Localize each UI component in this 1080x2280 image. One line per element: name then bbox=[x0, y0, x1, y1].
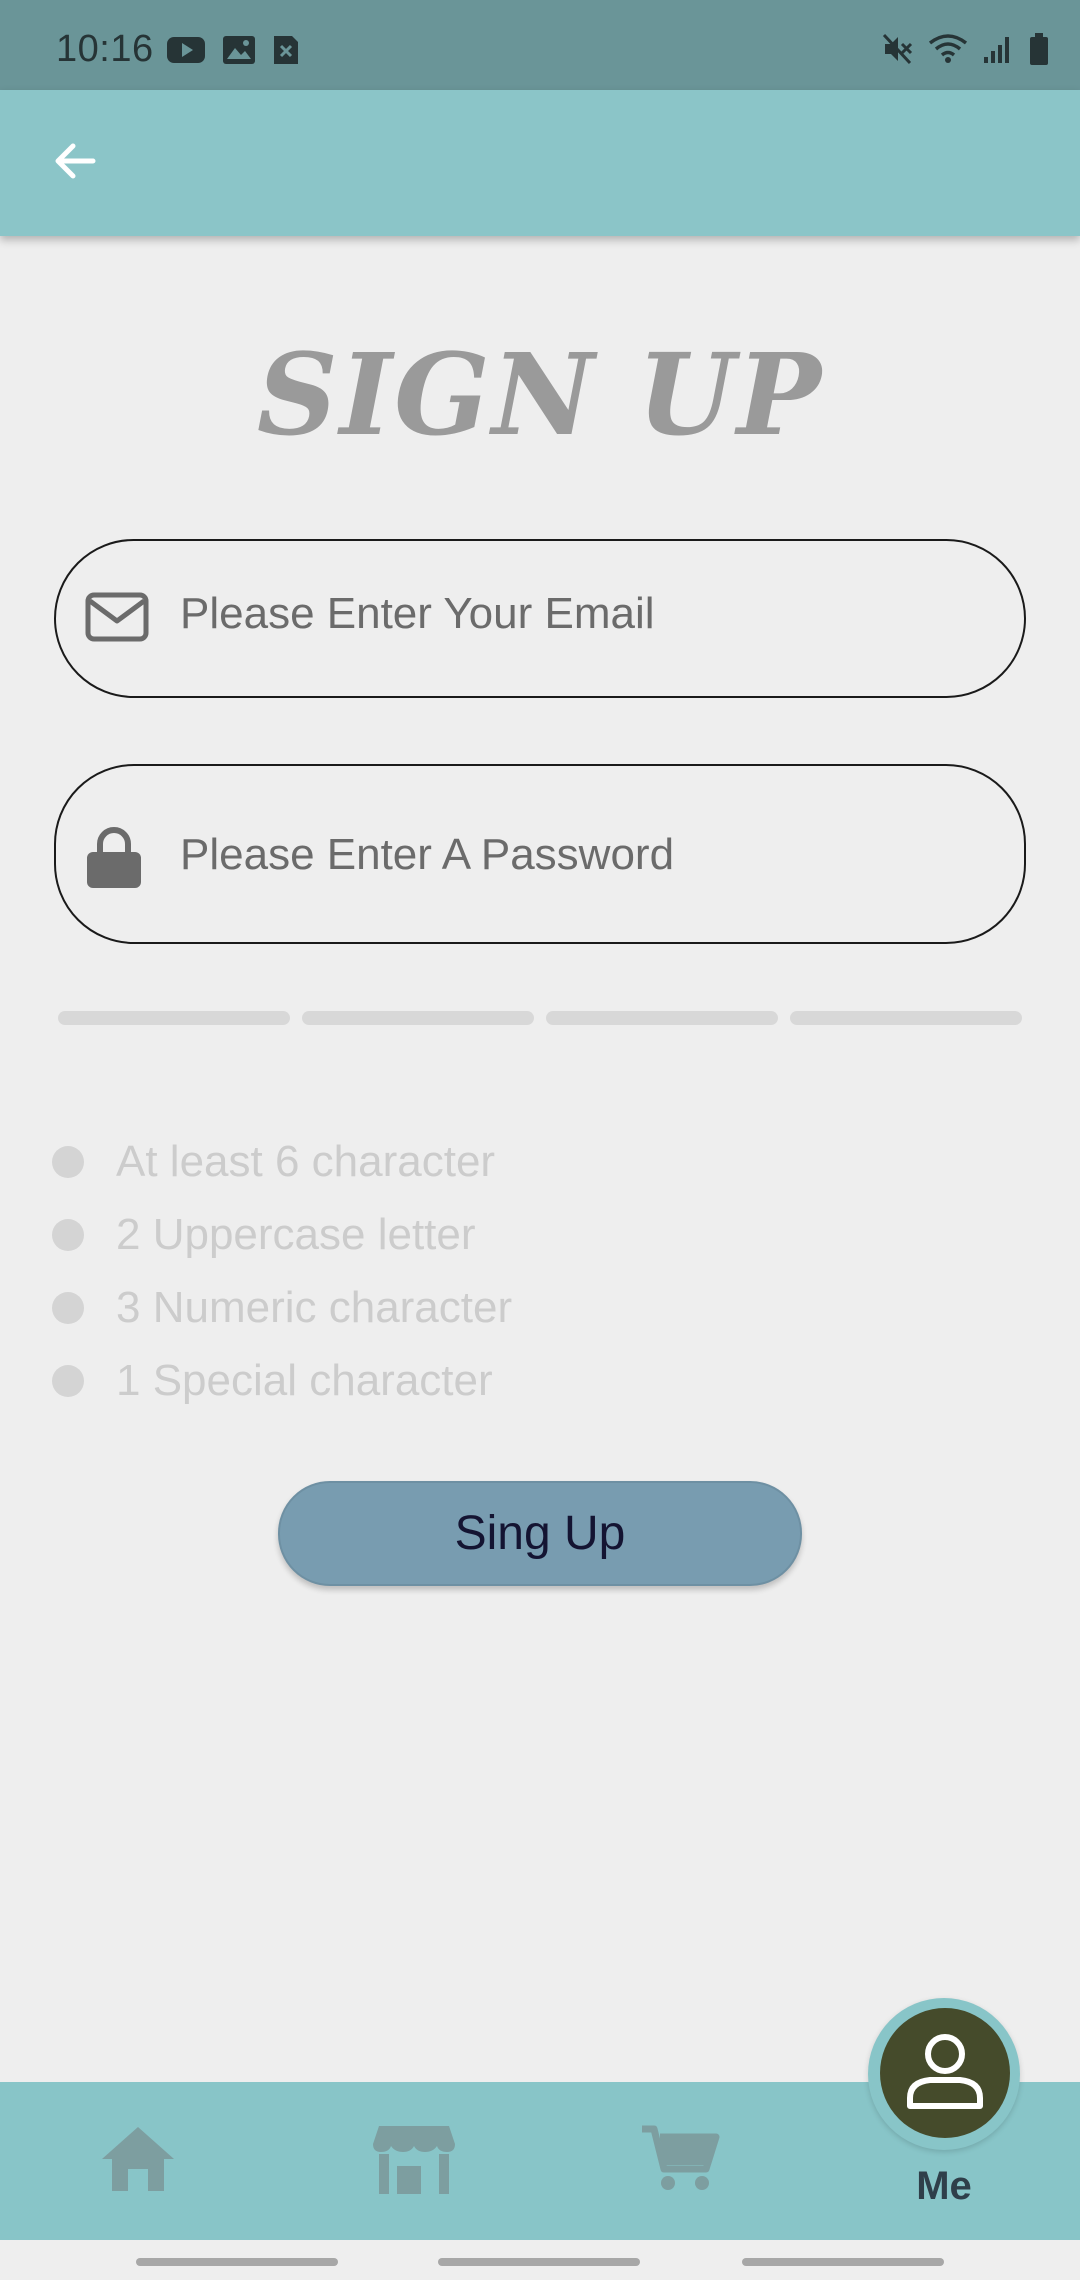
status-time: 10:16 bbox=[56, 28, 154, 70]
nav-item-home[interactable] bbox=[38, 2082, 238, 2240]
signup-button[interactable]: Sing Up bbox=[278, 1481, 802, 1586]
rule-text: 3 Numeric character bbox=[116, 1282, 513, 1332]
person-icon bbox=[902, 2028, 988, 2119]
status-bar: 10:16 bbox=[0, 0, 1080, 90]
rule-text: 2 Uppercase letter bbox=[116, 1209, 476, 1259]
battery-icon bbox=[1028, 32, 1050, 71]
lock-icon bbox=[84, 826, 144, 895]
app-bar bbox=[0, 90, 1080, 236]
back-button[interactable] bbox=[42, 130, 108, 196]
page-title: SIGN UP bbox=[256, 330, 824, 461]
mute-icon bbox=[882, 33, 914, 70]
password-placeholder: Please Enter A Password bbox=[180, 830, 675, 879]
strength-segment bbox=[58, 1011, 290, 1025]
arrow-left-icon bbox=[51, 137, 99, 190]
rule-dot bbox=[52, 1364, 84, 1397]
strength-segment bbox=[790, 1011, 1022, 1025]
status-left-icons bbox=[166, 34, 300, 71]
email-field[interactable]: Please Enter Your Email bbox=[54, 539, 1026, 698]
list-item: 1 Special character bbox=[52, 1344, 512, 1417]
home-icon bbox=[98, 2123, 178, 2200]
profile-fab-button[interactable] bbox=[880, 2008, 1010, 2138]
nav-item-store[interactable] bbox=[314, 2082, 514, 2240]
strength-segment bbox=[302, 1011, 534, 1025]
password-field[interactable]: Please Enter A Password bbox=[54, 764, 1026, 944]
youtube-icon bbox=[166, 35, 206, 70]
gesture-handle bbox=[438, 2258, 640, 2266]
nav-me-label: Me bbox=[916, 2164, 972, 2208]
gesture-handle bbox=[136, 2258, 338, 2266]
rule-text: 1 Special character bbox=[116, 1355, 493, 1405]
cart-icon bbox=[640, 2123, 720, 2200]
nav-item-cart[interactable] bbox=[580, 2082, 780, 2240]
status-right-icons bbox=[882, 32, 1050, 71]
gallery-icon bbox=[222, 35, 256, 70]
email-placeholder: Please Enter Your Email bbox=[180, 589, 655, 638]
store-icon bbox=[371, 2122, 457, 2201]
mail-icon bbox=[84, 591, 150, 648]
sim-error-icon bbox=[272, 34, 300, 71]
list-item: 3 Numeric character bbox=[52, 1271, 512, 1344]
rule-dot bbox=[52, 1218, 84, 1251]
list-item: 2 Uppercase letter bbox=[52, 1198, 512, 1271]
password-strength-meter bbox=[58, 1011, 1022, 1025]
strength-segment bbox=[546, 1011, 778, 1025]
gesture-bar bbox=[0, 2240, 1080, 2280]
rule-dot bbox=[52, 1145, 84, 1178]
rule-text: At least 6 character bbox=[116, 1136, 496, 1186]
list-item: At least 6 character bbox=[52, 1125, 512, 1198]
signal-icon bbox=[982, 33, 1014, 70]
gesture-handle bbox=[742, 2258, 944, 2266]
wifi-icon bbox=[928, 33, 968, 70]
password-rules: At least 6 character 2 Uppercase letter … bbox=[52, 1125, 512, 1417]
rule-dot bbox=[52, 1291, 84, 1324]
